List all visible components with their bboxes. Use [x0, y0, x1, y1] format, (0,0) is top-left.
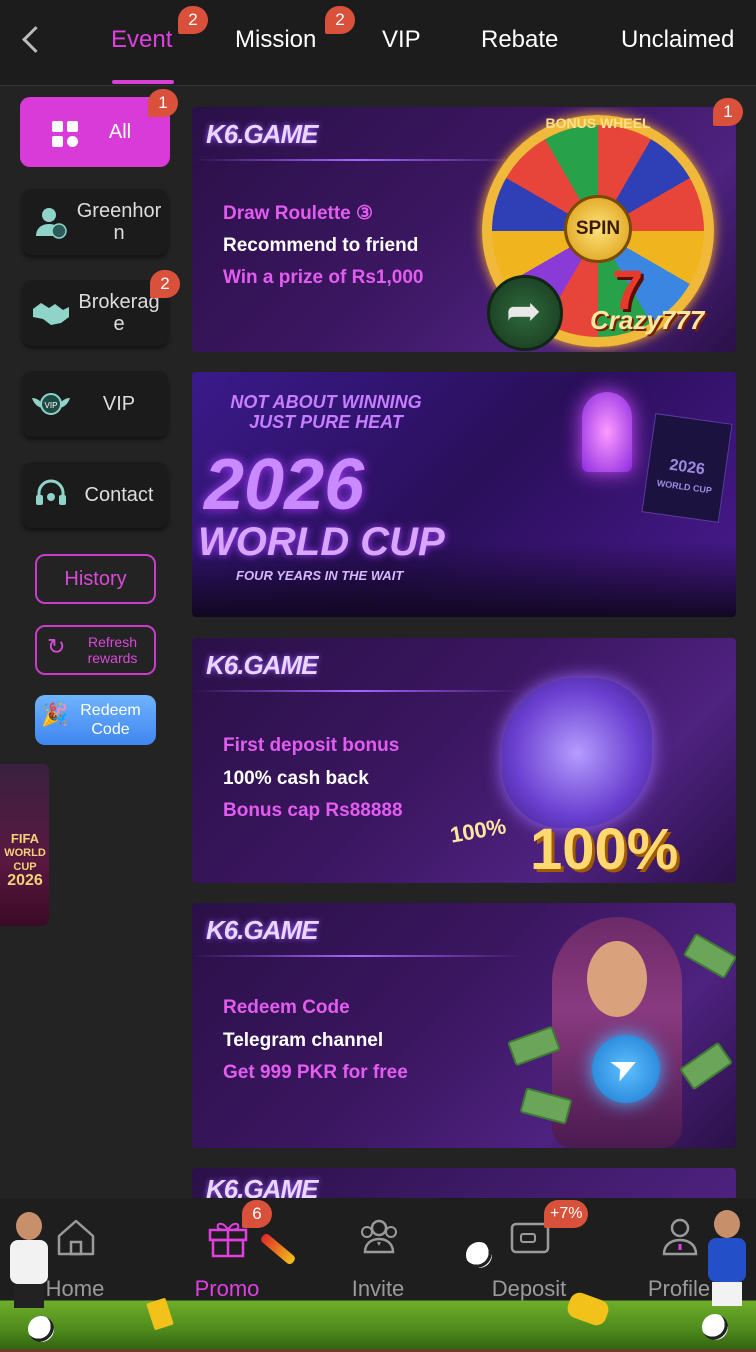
nav-home[interactable]: Home [10, 1212, 140, 1312]
percent-big: 100% [530, 817, 679, 882]
wc-year: 2026 [204, 445, 365, 525]
banner-badge: 1 [713, 98, 743, 126]
tab-rebate[interactable]: Rebate [481, 26, 558, 54]
cash-image [678, 1041, 734, 1091]
active-tab-indicator [112, 80, 174, 84]
banner-draw-roulette[interactable]: K6.GAME Draw Roulette ③ Recommend to fri… [192, 107, 736, 352]
sidebar-item-vip[interactable]: VIP VIP [22, 371, 168, 437]
person-icon [657, 1214, 703, 1260]
share-arrow-icon[interactable] [487, 275, 563, 351]
banner-line3: Win a prize of Rs1,000 [223, 267, 424, 288]
people-icon [356, 1214, 402, 1260]
brand-logo: K6.GAME [206, 119, 318, 149]
tab-vip[interactable]: VIP [382, 26, 421, 54]
refresh-label: Refresh rewards [87, 634, 138, 666]
sidebar-item-label: All [108, 121, 132, 143]
nav-label: Home [45, 1276, 105, 1301]
tab-mission[interactable]: Mission [235, 26, 316, 54]
sidebar-item-label: Greenhorn [76, 200, 162, 244]
new-user-icon [28, 199, 74, 245]
vip-wings-icon: VIP [28, 381, 74, 427]
sidebar-item-brokerage[interactable]: Brokerage [22, 280, 168, 346]
headset-icon [28, 472, 74, 518]
tab-unclaimed[interactable]: Unclaimed [621, 26, 734, 54]
redeem-code-button[interactable]: 🎉 Redeem Code [35, 695, 156, 745]
nav-invite[interactable]: Invite [313, 1212, 443, 1312]
flag-sub: WORLD CUP [656, 478, 713, 496]
sidebar-item-label: VIP [102, 393, 136, 415]
football-icon [28, 1316, 54, 1342]
percent-small: 100% [448, 813, 508, 848]
brand-logo: K6.GAME [206, 915, 318, 945]
spin-label: SPIN [564, 195, 632, 263]
banner-line1: Redeem Code [223, 997, 350, 1018]
top-tab-bar: Event 2 Mission 2 VIP Rebate Unclaimed [0, 0, 756, 86]
tab-event-badge: 2 [178, 6, 208, 34]
banner-redeem-telegram[interactable]: K6.GAME Redeem Code Telegram channel Get… [192, 903, 736, 1148]
divider [192, 955, 522, 957]
wc-subtitle: FOUR YEARS IN THE WAIT [236, 568, 404, 583]
cash-image [682, 932, 736, 980]
nav-label: Deposit [491, 1276, 567, 1301]
trophy-image [582, 392, 632, 472]
divider [192, 159, 522, 161]
redeem-label: Redeem Code [80, 702, 141, 738]
wheel-title: BONUS WHEEL [545, 115, 651, 131]
banner-line1: Draw Roulette ③ [223, 203, 374, 224]
promo-badge: 6 [242, 1200, 272, 1228]
tab-event[interactable]: Event [111, 26, 172, 54]
banner-line1: First deposit bonus [223, 735, 400, 756]
crazy777-logo: Crazy777 [590, 305, 705, 335]
banner-world-cup-2026[interactable]: NOT ABOUT WINNING JUST PURE HEAT 2026 WOR… [192, 372, 736, 617]
face-image [587, 941, 647, 1017]
nav-label: Invite [351, 1276, 405, 1301]
fifa-text: FIFA [10, 831, 40, 846]
banner-first-deposit[interactable]: K6.GAME First deposit bonus 100% cash ba… [192, 638, 736, 883]
deposit-bonus-badge: +7% [544, 1200, 589, 1228]
back-arrow-icon[interactable] [18, 24, 48, 54]
party-popper-icon: 🎉 [41, 702, 69, 727]
nav-profile[interactable]: Profile [614, 1212, 744, 1312]
sidebar-item-contact[interactable]: Contact [22, 462, 168, 528]
sidebar-item-greenhorn[interactable]: Greenhorn [22, 189, 168, 255]
sidebar-brokerage-badge: 2 [150, 270, 180, 298]
fifa-world-cup-side-banner[interactable]: FIFA WORLD CUP 2026 [0, 764, 49, 926]
sidebar-all-badge: 1 [148, 89, 178, 117]
fifa-text: 2026 [7, 872, 43, 889]
dragon-image [502, 678, 652, 828]
nav-label: Profile [647, 1276, 711, 1301]
wc-tagline: NOT ABOUT WINNING JUST PURE HEAT [230, 392, 422, 432]
brand-logo: K6.GAME [206, 650, 318, 680]
sidebar-item-label: Contact [84, 484, 154, 506]
wc-flag: 2026 WORLD CUP [641, 413, 733, 523]
history-button[interactable]: History [35, 554, 156, 604]
banner-line2: Recommend to friend [223, 235, 419, 256]
fifa-text: WORLD [4, 847, 46, 859]
banner-line3: Get 999 PKR for free [223, 1062, 408, 1083]
banner-line2: 100% cash back [223, 768, 369, 789]
tab-mission-badge: 2 [325, 6, 355, 34]
divider [192, 690, 522, 692]
flag-year: 2026 [668, 456, 706, 479]
nav-label: Promo [194, 1276, 260, 1301]
refresh-icon: ↻ [47, 634, 66, 659]
refresh-rewards-button[interactable]: ↻ Refresh rewards [35, 625, 156, 675]
nav-promo[interactable]: Promo [162, 1212, 292, 1312]
handshake-icon [28, 290, 74, 336]
telegram-icon [592, 1035, 660, 1103]
wc-title: WORLD CUP [198, 520, 445, 564]
home-icon [53, 1214, 99, 1260]
banner-line2: Telegram channel [223, 1030, 384, 1051]
banner-line3: Bonus cap Rs88888 [223, 800, 403, 821]
football-icon [702, 1314, 728, 1340]
grid-icon [52, 121, 80, 149]
svg-text:VIP: VIP [45, 401, 58, 410]
promo-page: Event 2 Mission 2 VIP Rebate Unclaimed A… [0, 0, 756, 1352]
